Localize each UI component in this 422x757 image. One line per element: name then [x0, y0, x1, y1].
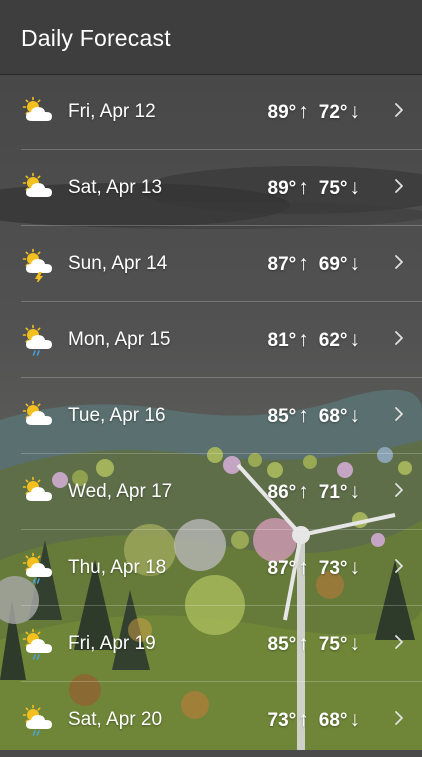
forecast-date: Sat, Apr 20: [68, 709, 163, 730]
temperature-range: 85°↑ 75°↓: [268, 632, 360, 656]
partly-sunny-icon: [21, 172, 55, 202]
app-header: Daily Forecast: [0, 0, 422, 75]
down-arrow-icon: ↓: [349, 404, 361, 427]
forecast-date: Fri, Apr 12: [68, 101, 156, 122]
forecast-row[interactable]: Sat, Apr 13 89°↑ 75°↓: [21, 150, 422, 226]
forecast-row[interactable]: Sat, Apr 20 73°↑ 68°↓: [21, 682, 422, 757]
temperature-range: 89°↑ 75°↓: [268, 176, 360, 200]
temperature-range: 89°↑ 72°↓: [268, 100, 360, 124]
forecast-date: Tue, Apr 16: [68, 405, 166, 426]
partly-sunny-icon: [21, 96, 55, 126]
chevron-right-icon[interactable]: [394, 558, 404, 574]
high-temp: 89°: [267, 102, 297, 123]
high-temp: 87°: [267, 254, 297, 275]
temperature-range: 86°↑ 71°↓: [268, 480, 360, 504]
forecast-date: Sun, Apr 14: [68, 253, 168, 274]
partly-sunny-icon: [21, 400, 55, 430]
page-title: Daily Forecast: [21, 25, 171, 51]
temperature-range: 87°↑ 73°↓: [268, 556, 360, 580]
forecast-row[interactable]: Wed, Apr 17 86°↑ 71°↓: [21, 454, 422, 530]
partly-sunny-icon: [21, 476, 55, 506]
forecast-row[interactable]: Mon, Apr 15 81°↑ 62°↓: [21, 302, 422, 378]
down-arrow-icon: ↓: [349, 632, 361, 655]
down-arrow-icon: ↓: [349, 100, 361, 123]
sun-cloud-rain-icon: [21, 552, 55, 584]
low-temp: 71°: [318, 482, 348, 503]
up-arrow-icon: ↑: [298, 328, 309, 351]
low-temp: 75°: [318, 634, 348, 655]
up-arrow-icon: ↑: [298, 480, 309, 503]
up-arrow-icon: ↑: [298, 708, 309, 731]
up-arrow-icon: ↑: [298, 100, 309, 123]
down-arrow-icon: ↓: [349, 328, 361, 351]
up-arrow-icon: ↑: [298, 176, 309, 199]
chevron-right-icon[interactable]: [394, 710, 404, 726]
high-temp: 85°: [267, 634, 297, 655]
chevron-right-icon[interactable]: [394, 330, 404, 346]
chevron-right-icon[interactable]: [394, 634, 404, 650]
low-temp: 73°: [318, 558, 348, 579]
temperature-range: 81°↑ 62°↓: [268, 328, 360, 352]
forecast-row[interactable]: Fri, Apr 12 89°↑ 72°↓: [21, 74, 422, 150]
forecast-date: Sat, Apr 13: [68, 177, 163, 198]
low-temp: 68°: [318, 710, 348, 731]
low-temp: 68°: [318, 406, 348, 427]
sun-cloud-rain-icon: [21, 324, 55, 356]
sun-cloud-rain-icon: [21, 704, 55, 736]
high-temp: 73°: [267, 710, 297, 731]
down-arrow-icon: ↓: [349, 556, 361, 579]
chevron-right-icon[interactable]: [394, 102, 404, 118]
low-temp: 62°: [318, 330, 348, 351]
up-arrow-icon: ↑: [298, 556, 309, 579]
thunderstorm-icon: [21, 248, 55, 285]
forecast-list: Fri, Apr 12 89°↑ 72°↓ Sat, Apr 13 89°↑ 75°↓ Su…: [0, 74, 422, 757]
forecast-row[interactable]: Sun, Apr 14 87°↑ 69°↓: [21, 226, 422, 302]
temperature-range: 87°↑ 69°↓: [268, 252, 360, 276]
down-arrow-icon: ↓: [349, 708, 361, 731]
up-arrow-icon: ↑: [298, 404, 309, 427]
forecast-row[interactable]: Thu, Apr 18 87°↑ 73°↓: [21, 530, 422, 606]
low-temp: 72°: [318, 102, 348, 123]
temperature-range: 85°↑ 68°↓: [268, 404, 360, 428]
low-temp: 75°: [318, 178, 348, 199]
forecast-row[interactable]: Fri, Apr 19 85°↑ 75°↓: [21, 606, 422, 682]
low-temp: 69°: [318, 254, 348, 275]
temperature-range: 73°↑ 68°↓: [268, 708, 360, 732]
down-arrow-icon: ↓: [349, 480, 361, 503]
chevron-right-icon[interactable]: [394, 406, 404, 422]
high-temp: 89°: [267, 178, 297, 199]
chevron-right-icon[interactable]: [394, 482, 404, 498]
chevron-right-icon[interactable]: [394, 178, 404, 194]
forecast-date: Fri, Apr 19: [68, 633, 156, 654]
up-arrow-icon: ↑: [298, 252, 309, 275]
forecast-date: Mon, Apr 15: [68, 329, 171, 350]
chevron-right-icon[interactable]: [394, 254, 404, 270]
forecast-row[interactable]: Tue, Apr 16 85°↑ 68°↓: [21, 378, 422, 454]
forecast-date: Wed, Apr 17: [68, 481, 173, 502]
high-temp: 85°: [267, 406, 297, 427]
forecast-date: Thu, Apr 18: [68, 557, 167, 578]
high-temp: 87°: [267, 558, 297, 579]
high-temp: 81°: [267, 330, 297, 351]
sun-cloud-rain-icon: [21, 628, 55, 660]
down-arrow-icon: ↓: [349, 252, 361, 275]
down-arrow-icon: ↓: [349, 176, 361, 199]
high-temp: 86°: [267, 482, 297, 503]
up-arrow-icon: ↑: [298, 632, 309, 655]
